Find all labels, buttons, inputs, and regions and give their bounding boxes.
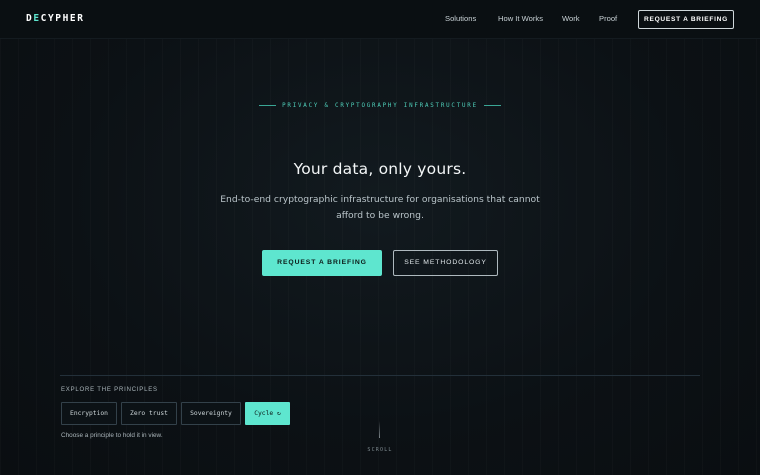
principle-chip-sovereignty[interactable]: Sovereignty: [181, 402, 241, 425]
eyebrow-rule-left: [259, 105, 277, 106]
principles-label: EXPLORE THE PRINCIPLES: [61, 387, 158, 393]
top-nav: DECYPHER Solutions How It Works Work Pro…: [0, 0, 760, 39]
principle-chip-cycle[interactable]: Cycle ↻: [245, 402, 290, 425]
principle-chip-zero-trust[interactable]: Zero trust: [121, 402, 177, 425]
hero-headline: Your data, only yours.: [293, 160, 467, 178]
eyebrow-rule-right: [483, 105, 501, 106]
nav-link-how-it-works[interactable]: How It Works: [498, 14, 543, 23]
see-methodology-button[interactable]: SEE METHODOLOGY: [393, 250, 498, 276]
scroll-indicator-line: [379, 421, 380, 438]
principle-chip-encryption[interactable]: Encryption: [61, 402, 117, 425]
section-divider: [60, 375, 700, 376]
logo-suffix: CYPHER: [40, 13, 85, 24]
nav-link-proof[interactable]: Proof: [599, 14, 617, 23]
brand-logo[interactable]: DECYPHER: [26, 13, 85, 24]
nav-link-solutions[interactable]: Solutions: [445, 14, 476, 23]
hero-subhead: End-to-end cryptographic infrastructure …: [220, 194, 540, 221]
nav-request-briefing-button[interactable]: REQUEST A BRIEFING: [638, 10, 734, 29]
nav-link-work[interactable]: Work: [562, 14, 580, 23]
eyebrow-text: PRIVACY & CRYPTOGRAPHY INFRASTRUCTURE: [282, 103, 478, 109]
landing-page: DECYPHER Solutions How It Works Work Pro…: [0, 0, 760, 475]
hero-eyebrow: PRIVACY & CRYPTOGRAPHY INFRASTRUCTURE: [0, 103, 760, 109]
request-briefing-button[interactable]: REQUEST A BRIEFING: [262, 250, 382, 276]
logo-accent-letter: E: [33, 13, 41, 24]
scroll-label[interactable]: SCROLL: [0, 447, 760, 453]
principles-hint: Choose a principle to hold it in view.: [61, 432, 163, 439]
